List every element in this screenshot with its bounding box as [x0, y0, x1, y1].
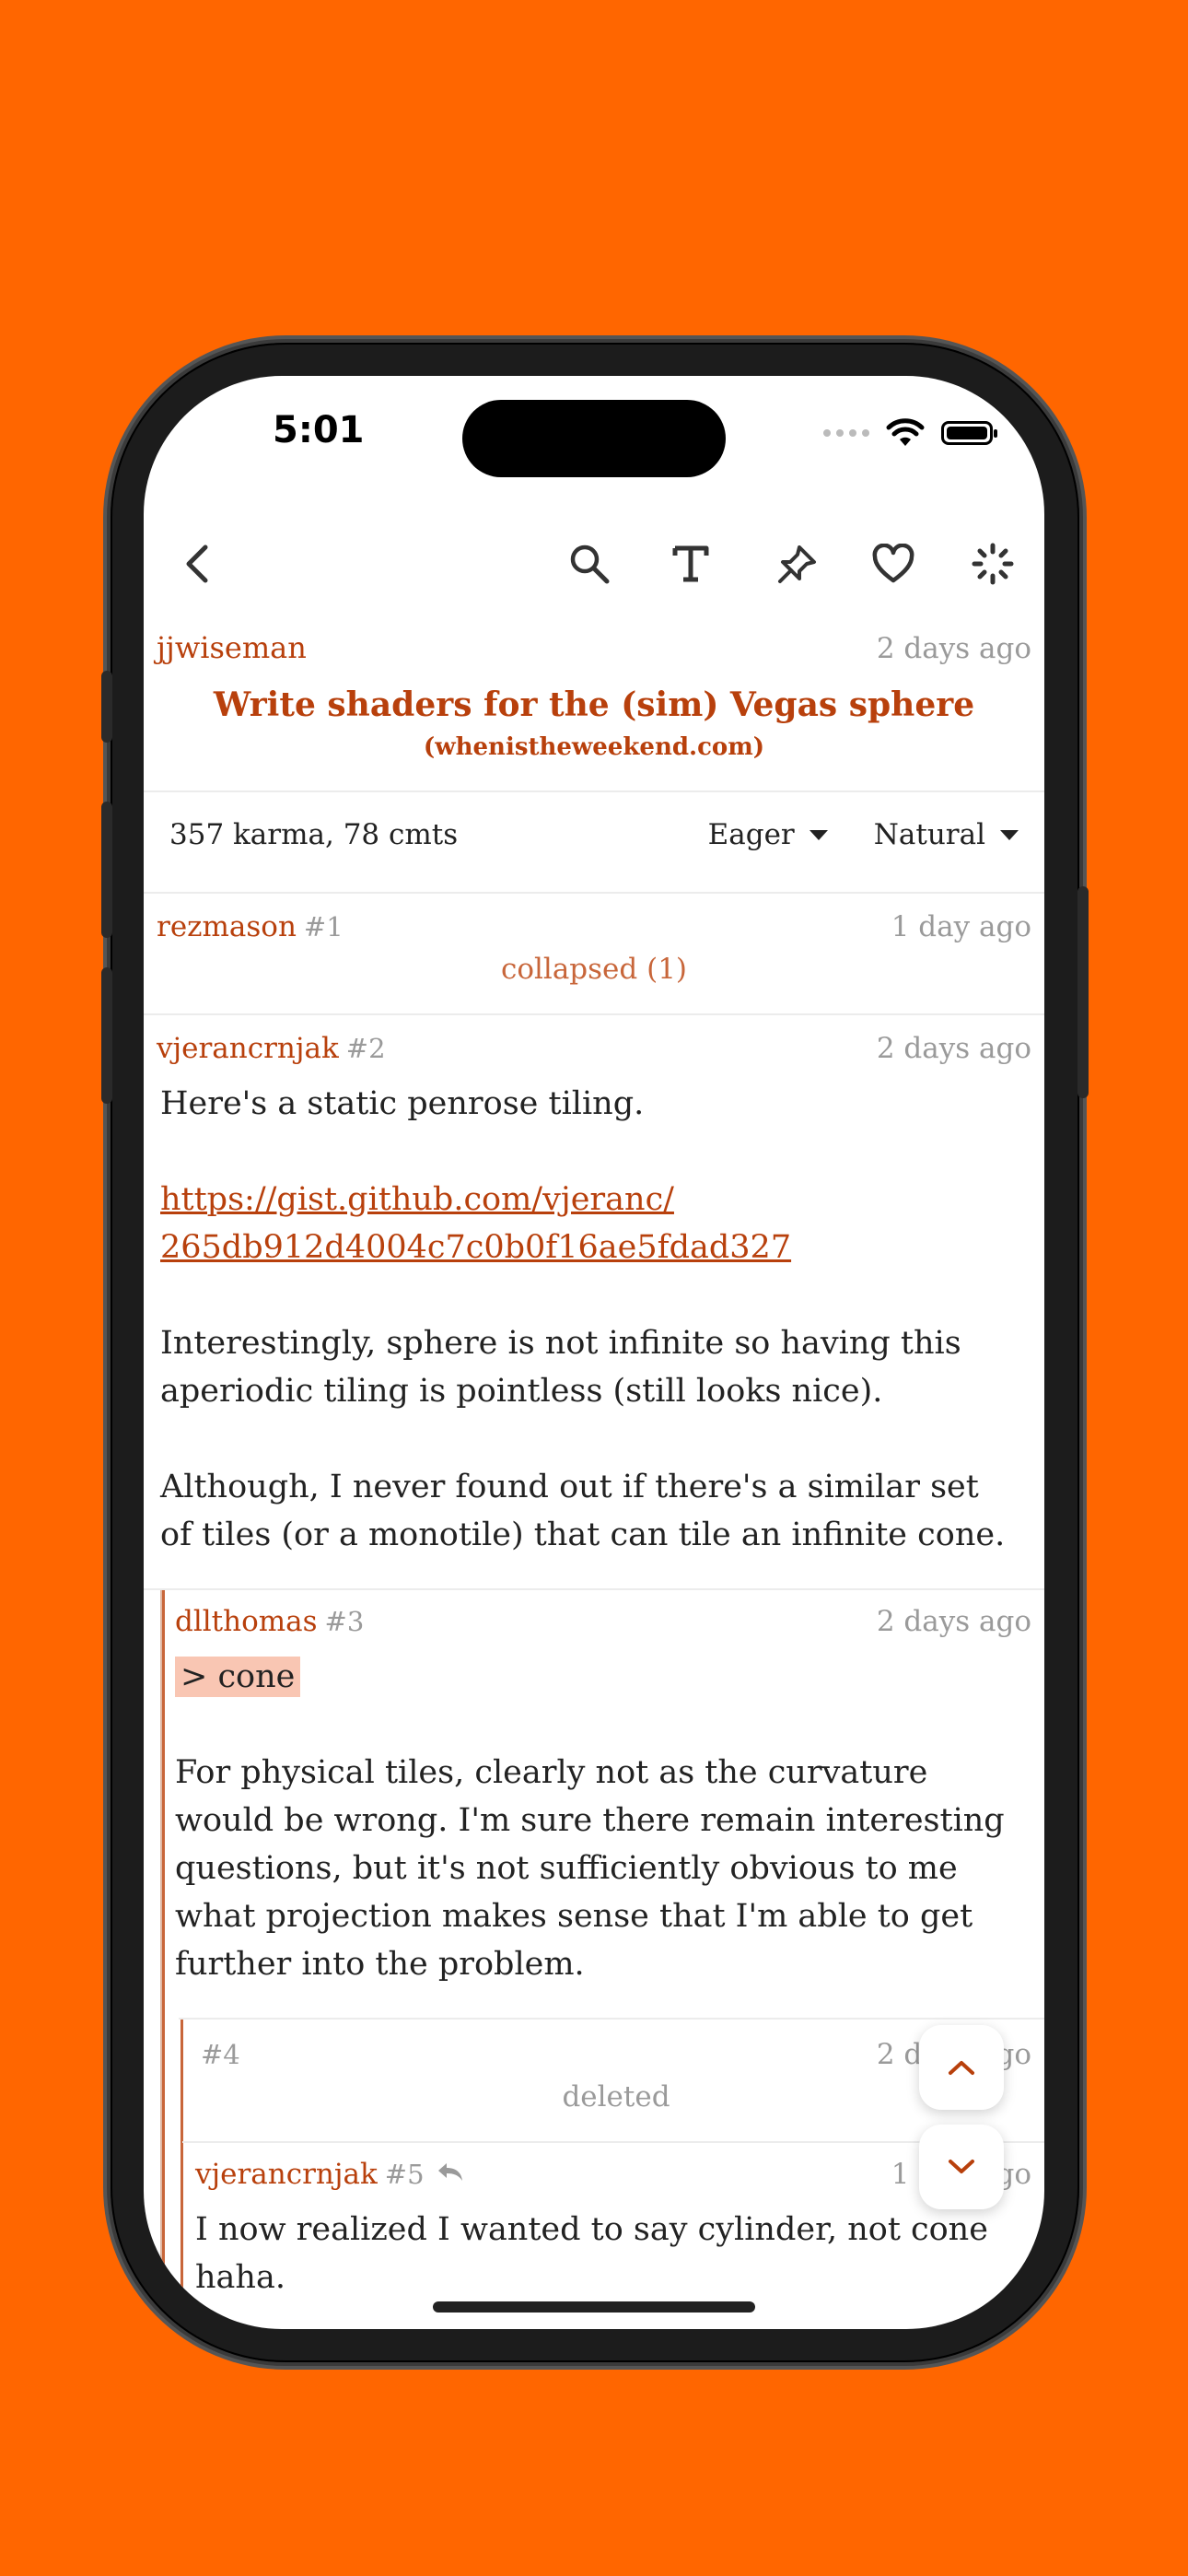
sort-label: Natural — [873, 818, 985, 851]
comment-number: #4 — [201, 2039, 240, 2070]
volume-down-button — [101, 967, 112, 1104]
pin-icon[interactable] — [770, 536, 825, 591]
divider — [144, 790, 1044, 792]
divider — [144, 1588, 1044, 1590]
scroll-down-button[interactable] — [919, 2125, 1004, 2209]
sort-dropdown[interactable]: Natural — [874, 818, 1019, 851]
caret-down-icon — [809, 829, 828, 840]
heart-icon[interactable] — [866, 536, 921, 591]
stats-bar: 357 karma, 78 cmts Eager Natural — [169, 818, 1019, 851]
filter-label: Eager — [707, 818, 795, 851]
comment-paragraph: For physical tiles, clearly not as the c… — [175, 1754, 1005, 1983]
comment-author[interactable]: rezmason — [157, 910, 297, 943]
post-time: 2 days ago — [876, 632, 1031, 665]
comment-deleted: #4 2 days ago deleted — [201, 2038, 1031, 2113]
comment-number: #5 — [384, 2159, 425, 2190]
chevron-up-icon — [949, 2061, 974, 2075]
comment-time: 2 days ago — [876, 1605, 1031, 1638]
toolbar — [144, 523, 1044, 606]
status-time: 5:01 — [273, 409, 365, 451]
comment-author[interactable]: dllthomas — [175, 1605, 318, 1638]
silent-switch — [101, 671, 112, 743]
divider — [144, 1013, 1044, 1015]
quote-highlight: > cone — [175, 1657, 301, 1697]
comment-author[interactable]: vjerancrnjak — [195, 2158, 378, 2191]
comment: vjerancrnjak #5 1 day ago I now realized… — [195, 2158, 1031, 2301]
thread-line — [162, 1590, 165, 2329]
karma-comments-count: 357 karma, 78 cmts — [169, 818, 459, 851]
comment: vjerancrnjak #2 2 days ago Here's a stati… — [157, 1032, 1031, 1559]
comment-number: #1 — [303, 911, 344, 943]
comment-paragraph: Although, I never found out if there's a… — [160, 1469, 1006, 1553]
dynamic-island — [462, 400, 726, 477]
home-indicator — [433, 2301, 755, 2313]
comment-paragraph: Interestingly, sphere is not infinite so… — [160, 1325, 961, 1410]
comment-body: > cone For physical tiles, clearly not a… — [175, 1653, 1031, 1988]
reply-icon — [437, 2163, 462, 2181]
divider — [179, 2018, 1044, 2020]
comment-number: #3 — [324, 1606, 365, 1637]
text-size-icon[interactable] — [663, 536, 718, 591]
comment-collapsed[interactable]: rezmason #1 1 day ago collapsed (1) — [157, 910, 1031, 986]
chevron-down-icon — [949, 2160, 974, 2173]
divider — [144, 892, 1044, 894]
status-icons — [823, 418, 997, 448]
comment-author[interactable]: vjerancrnjak — [157, 1032, 339, 1065]
spinner-icon[interactable] — [965, 536, 1020, 591]
collapsed-note[interactable]: collapsed (1) — [157, 953, 1031, 986]
comment-body: Here's a static penrose tiling. https://… — [157, 1080, 1017, 1559]
divider — [182, 2141, 1044, 2143]
power-button — [1077, 886, 1089, 1098]
comment-time: 1 day ago — [891, 910, 1031, 943]
caret-down-icon — [1000, 829, 1019, 840]
post-title[interactable]: Write shaders for the (sim) Vegas sphere — [157, 685, 1031, 724]
gist-link[interactable]: https://gist.github.com/vjeranc/ 265db91… — [160, 1176, 791, 1271]
filter-dropdown[interactable]: Eager — [708, 818, 828, 851]
thread-line — [181, 2020, 183, 2329]
battery-icon — [941, 421, 997, 445]
comment-time: 2 days ago — [876, 1032, 1031, 1065]
search-icon[interactable] — [562, 536, 617, 591]
comment-body: I now realized I wanted to say cylinder,… — [195, 2206, 1024, 2301]
comment-paragraph: I now realized I wanted to say cylinder,… — [195, 2211, 988, 2296]
screen: 5:01 jjwiseman 2 days ago Write shaders … — [144, 376, 1044, 2329]
volume-up-button — [101, 802, 112, 938]
comment: dllthomas #3 2 days ago > cone For physic… — [175, 1605, 1031, 1988]
scroll-up-button[interactable] — [919, 2025, 1004, 2110]
cellular-signal-icon — [823, 429, 869, 437]
wifi-icon — [886, 418, 925, 446]
post-domain[interactable]: (whenistheweekend.com) — [157, 733, 1031, 761]
post-header: jjwiseman 2 days ago Write shaders for t… — [157, 630, 1031, 761]
comment-paragraph: Here's a static penrose tiling. — [160, 1085, 645, 1122]
post-author[interactable]: jjwiseman — [157, 630, 307, 665]
deleted-note: deleted — [562, 2080, 670, 2113]
chevron-left-icon[interactable] — [169, 536, 225, 591]
comment-number: #2 — [345, 1033, 386, 1064]
